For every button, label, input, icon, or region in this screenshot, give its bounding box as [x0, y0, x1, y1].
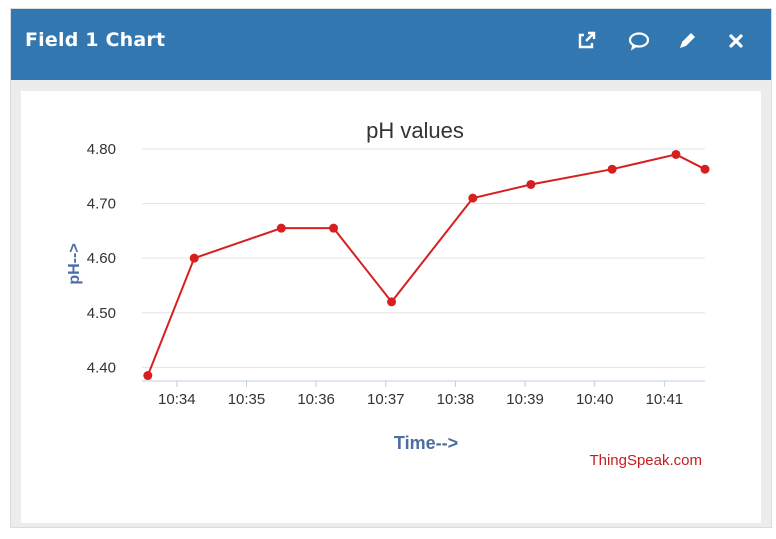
grid-lines [142, 148, 705, 368]
data-point [329, 223, 339, 233]
x-tick-label: 10:37 [367, 391, 405, 408]
data-point [607, 164, 617, 174]
chart-panel: pH values 4.40 4.50 4.60 4.70 4.80 10:34 10:3… [21, 91, 761, 523]
x-axis-label: Time--> [394, 433, 458, 453]
data-point [189, 253, 199, 263]
y-axis-label: pH--> [66, 243, 83, 284]
external-link-icon[interactable] [574, 29, 598, 53]
series-line [146, 153, 706, 376]
x-tick-label: 10:39 [506, 391, 544, 408]
credit-label[interactable]: ThingSpeak.com [589, 452, 702, 469]
series-1 [143, 149, 710, 381]
data-point [143, 371, 153, 381]
y-tick-label: 4.50 [87, 305, 116, 322]
x-axis: 10:34 10:35 10:36 10:37 10:38 10:39 10:40 10:41 [142, 380, 705, 408]
x-tick-label: 10:38 [437, 391, 475, 408]
chart-widget: Field 1 Chart pH values 4.40 4.50 4.60 4… [10, 8, 772, 528]
chart-title: pH values [366, 118, 464, 143]
x-tick-label: 10:41 [646, 391, 684, 408]
line-chart: pH values 4.404.504.604.704.80 10:34 10:3… [66, 118, 710, 469]
data-point [526, 179, 536, 189]
data-point [700, 164, 710, 174]
widget-header: Field 1 Chart [11, 9, 771, 80]
y-tick-label: 4.40 [87, 359, 116, 376]
widget-title: Field 1 Chart [25, 29, 166, 51]
data-point [468, 193, 478, 203]
y-tick-label: 4.70 [87, 196, 116, 213]
pencil-icon[interactable] [675, 29, 699, 53]
x-tick-label: 10:35 [228, 391, 266, 408]
comment-icon[interactable] [627, 29, 651, 53]
y-tick-label: 4.60 [87, 250, 116, 267]
x-tick-label: 10:40 [576, 391, 614, 408]
close-icon[interactable] [724, 29, 748, 53]
y-axis: 4.40 4.50 4.60 4.70 4.80 [87, 141, 116, 376]
data-point [671, 149, 681, 159]
x-tick-label: 10:34 [158, 391, 196, 408]
x-tick-label: 10:36 [297, 391, 335, 408]
data-point [387, 297, 397, 307]
y-tick-label: 4.80 [87, 141, 116, 158]
data-point [276, 223, 286, 233]
